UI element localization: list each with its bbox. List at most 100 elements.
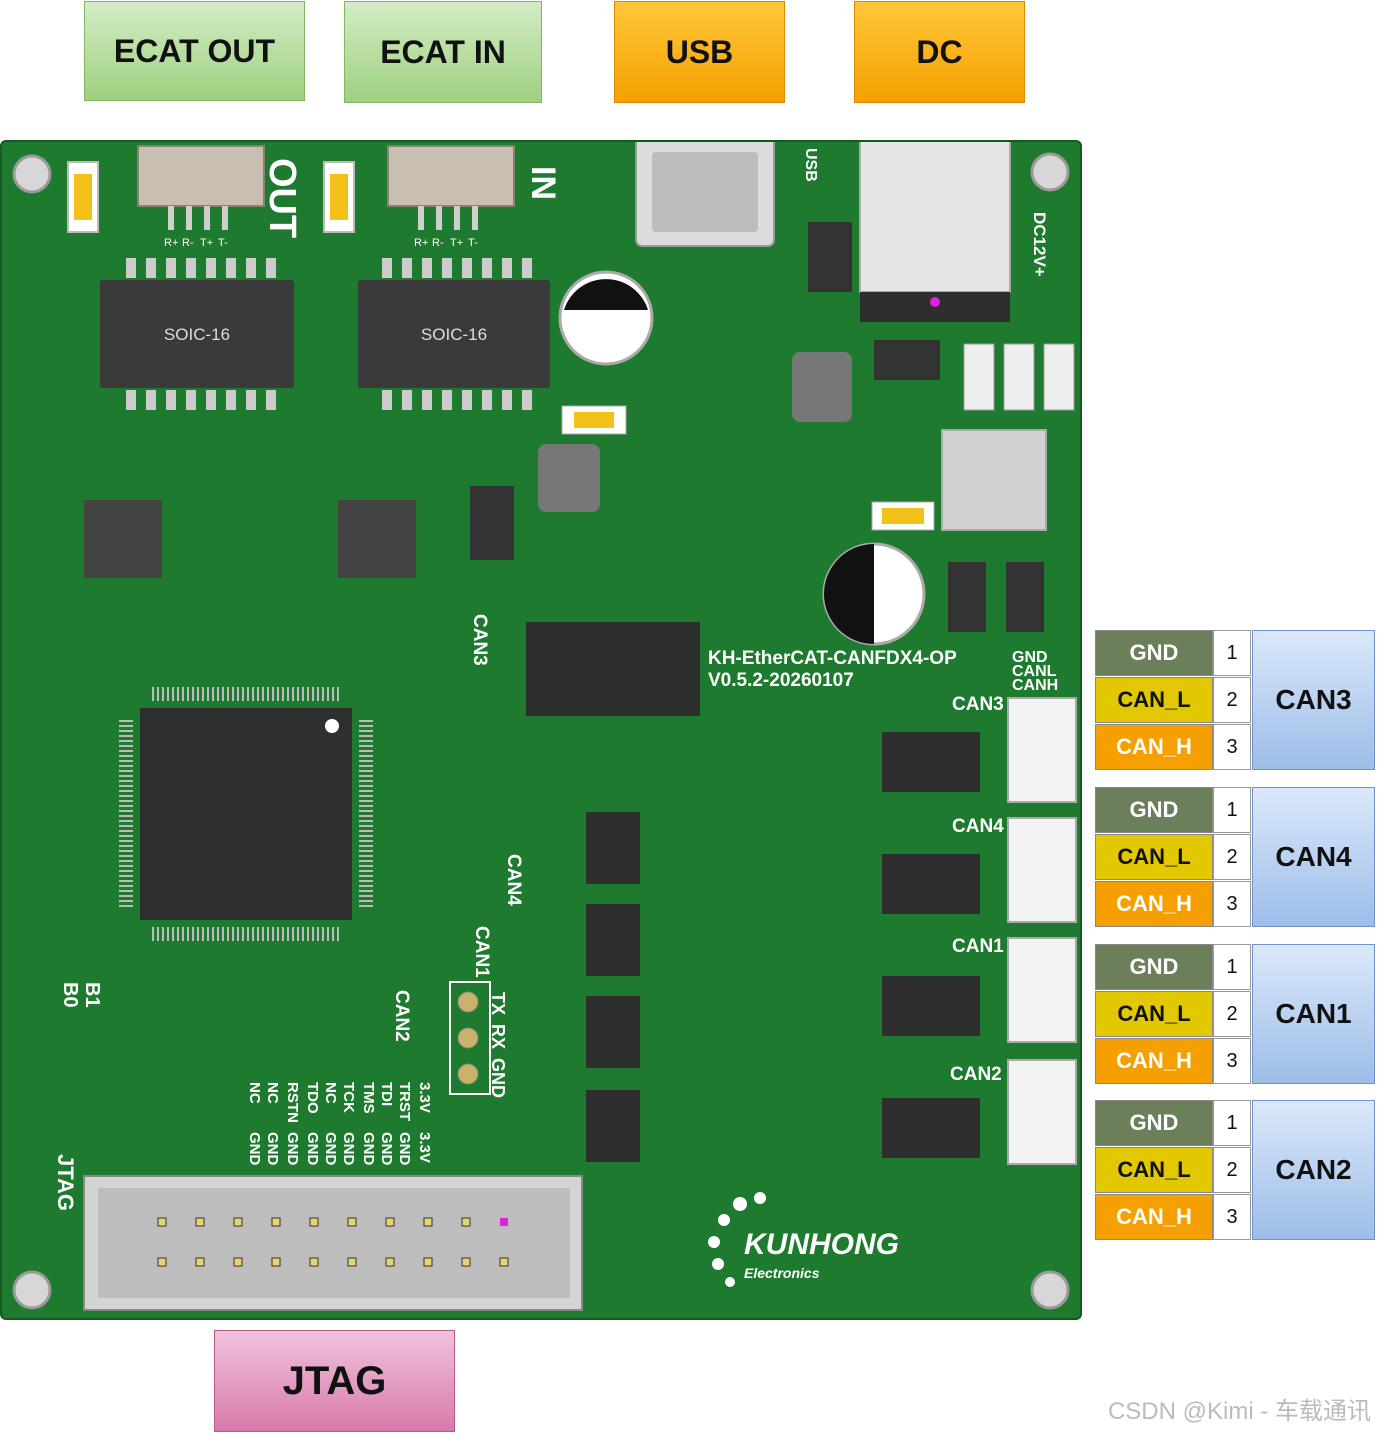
pin-can-l: CAN_L	[1095, 677, 1213, 723]
rj45-pin-label: R+	[164, 237, 178, 249]
can-transceiver	[586, 996, 640, 1068]
jtag-pin-label: GND	[284, 1132, 301, 1166]
silk-can1-side: CAN1	[471, 926, 492, 978]
pin-number: 1	[1213, 787, 1251, 833]
jtag-pin-label: NC	[246, 1082, 263, 1104]
rj45-pin-label: R-	[182, 237, 194, 249]
pcb-drawing: R+ R- T+ T- R+ R- T+ T- OUT IN SOIC-16 S…	[12, 121, 1077, 1311]
silk-can3: CAN3	[952, 694, 1004, 715]
pcb-board: R+ R- T+ T- R+ R- T+ T- OUT IN SOIC-16 S…	[0, 121, 1082, 1320]
phy-chip-2	[338, 500, 416, 578]
silk-jtag: JTAG	[53, 1154, 78, 1211]
can-transceiver	[586, 1090, 640, 1162]
pin-can-l: CAN_L	[1095, 1147, 1213, 1193]
jtag-pin-label: TDI	[378, 1082, 395, 1106]
jtag-pin-label: TDO	[304, 1082, 321, 1114]
model-version: V0.5.2-20260107	[708, 670, 854, 691]
jtag-pin-label: GND	[322, 1132, 339, 1166]
pin-can-h: CAN_H	[1095, 1038, 1213, 1084]
silk-can3-side: CAN3	[469, 614, 490, 666]
can2-connector	[1007, 1059, 1077, 1165]
jtag-pin-label: NC	[264, 1082, 281, 1104]
silk-can4-side: CAN4	[503, 854, 524, 906]
pin-number: 1	[1213, 1100, 1251, 1146]
pin-number: 2	[1213, 991, 1251, 1037]
pin-gnd: GND	[1095, 1100, 1213, 1146]
phy-chip-1	[84, 500, 162, 578]
rj45-pin-label: T-	[218, 237, 228, 249]
connector-name: CAN2	[1252, 1100, 1375, 1240]
jtag-label: JTAG	[214, 1330, 455, 1432]
usb-label: USB	[614, 1, 785, 103]
can4-connector	[1007, 817, 1077, 923]
logo-name: KUNHONG	[744, 1228, 899, 1261]
pin-number: 2	[1213, 677, 1251, 723]
silk-out: OUT	[261, 158, 303, 238]
mounting-hole	[1030, 152, 1070, 192]
jtag-pin-label: 3.3V	[416, 1132, 433, 1163]
silk-can2: CAN2	[950, 1064, 1002, 1085]
pin-can-h: CAN_H	[1095, 881, 1213, 927]
header-canh: CANH	[1012, 677, 1058, 694]
logo-subtitle: Electronics	[744, 1265, 820, 1281]
rj45-pin-label: T+	[450, 237, 463, 249]
soic16-label-2: SOIC-16	[421, 325, 487, 344]
ecat-in-label: ECAT IN	[344, 1, 542, 103]
silk-can4: CAN4	[952, 816, 1004, 837]
jtag-pin-label: GND	[246, 1132, 263, 1166]
soic16-label-1: SOIC-16	[164, 325, 230, 344]
pinout-can3: GND 1 CAN_L 2 CAN_H 3 CAN3	[1095, 630, 1377, 772]
jtag-pin-label: GND	[304, 1132, 321, 1166]
pinout-can4: GND 1 CAN_L 2 CAN_H 3 CAN4	[1095, 787, 1377, 929]
jtag-pin-label: 3.3V	[416, 1082, 433, 1113]
jtag-pin-label: GND	[340, 1132, 357, 1166]
dc-jack	[859, 121, 1011, 293]
model-name: KH-EtherCAT-CANFDX4-OP	[708, 648, 957, 669]
silk-b1: B1	[81, 982, 103, 1008]
silk-in: IN	[524, 166, 562, 200]
pinout-can1: GND 1 CAN_L 2 CAN_H 3 CAN1	[1095, 944, 1377, 1086]
jtag-pin-label: TMS	[360, 1082, 377, 1114]
mounting-hole	[12, 154, 52, 194]
can1-connector	[1007, 937, 1077, 1043]
dcdc-module	[526, 622, 700, 716]
pinout-can2: GND 1 CAN_L 2 CAN_H 3 CAN2	[1095, 1100, 1377, 1242]
dc-label: DC	[854, 1, 1025, 103]
pin-number: 1	[1213, 944, 1251, 990]
pin-gnd: GND	[1095, 787, 1213, 833]
pin-gnd: GND	[1095, 944, 1213, 990]
pin-gnd: GND	[1095, 630, 1213, 676]
silk-dc12v: DC12V+	[1030, 212, 1049, 277]
rj45-pin-label: R+	[414, 237, 428, 249]
uart-tx: TX	[488, 992, 508, 1015]
pin-number: 3	[1213, 724, 1251, 770]
can-transceiver	[586, 904, 640, 976]
connector-name: CAN3	[1252, 630, 1375, 770]
pin-number: 3	[1213, 1038, 1251, 1084]
pin-can-h: CAN_H	[1095, 724, 1213, 770]
watermark: CSDN @Kimi - 车载通讯	[1107, 1398, 1371, 1425]
ecat-out-connector	[137, 145, 265, 207]
ecat-out-label: ECAT OUT	[84, 1, 305, 101]
jtag-pin-label: GND	[360, 1132, 377, 1166]
pin-can-h: CAN_H	[1095, 1194, 1213, 1240]
can-transceiver	[586, 812, 640, 884]
pin-number: 2	[1213, 1147, 1251, 1193]
pin-number: 2	[1213, 834, 1251, 880]
ecat-in-connector	[387, 145, 515, 207]
jtag-pin-label: GND	[378, 1132, 395, 1166]
connector-name: CAN1	[1252, 944, 1375, 1084]
rj45-pin-label: R-	[432, 237, 444, 249]
silk-can2-side: CAN2	[391, 990, 412, 1042]
jtag-pin-label: NC	[322, 1082, 339, 1104]
mounting-hole	[1030, 1270, 1070, 1310]
mounting-hole	[12, 1270, 52, 1310]
pin-number: 1	[1213, 630, 1251, 676]
mcu-chip	[140, 708, 352, 920]
pin-can-l: CAN_L	[1095, 991, 1213, 1037]
uart-gnd: GND	[488, 1058, 508, 1098]
can3-connector	[1007, 697, 1077, 803]
connector-name: CAN4	[1252, 787, 1375, 927]
pin-number: 3	[1213, 881, 1251, 927]
silk-usb: USB	[802, 148, 819, 182]
